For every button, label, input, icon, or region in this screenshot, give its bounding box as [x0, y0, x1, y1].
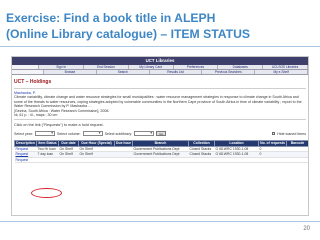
filter-row: Select year: Select volume: Select subli…	[14, 131, 306, 137]
nav-preferences[interactable]: Preferences	[173, 65, 219, 69]
item-status-cell: Two Hr loan	[36, 146, 59, 153]
go-button[interactable]: Go	[156, 131, 167, 137]
holdings-table: Description Item Status Due date Due Hou…	[14, 139, 308, 164]
nav-eshelf[interactable]: My e-Shelf	[255, 70, 308, 74]
nav-previous-searches[interactable]: Previous Searches	[202, 70, 256, 74]
hide-loaned-checkbox[interactable]	[272, 132, 276, 136]
hide-loaned-label: Hide loaned items	[277, 131, 306, 136]
nav-spacer	[12, 70, 45, 74]
select-sublibrary-dropdown[interactable]	[134, 131, 155, 137]
nav-end-session[interactable]: End Session	[84, 65, 129, 69]
col-requests: No. of requests	[258, 139, 287, 147]
nav-uclsos[interactable]: UCLSOS Libraries	[263, 65, 308, 69]
catalog-screenshot: UCT Libraries Sign In End Session My Lib…	[11, 56, 309, 216]
holdings-title: UCT – Holdings	[14, 79, 52, 85]
nav-results-list[interactable]: Results List	[149, 70, 203, 74]
nav-search[interactable]: Search	[96, 70, 150, 74]
request-link[interactable]: Request	[14, 157, 37, 164]
select-year-label: Select year:	[14, 131, 33, 136]
hold-request-hint: Click on the link ("Requests") to make a…	[14, 123, 104, 128]
bottom-divider	[0, 221, 320, 222]
collection-cell: Closed Stacks	[188, 146, 215, 153]
slide-title-line-2: (Online Library catalogue) – ITEM STATUS	[6, 27, 251, 41]
collection-cell: Closed Stacks	[188, 151, 215, 158]
record-title: Climate variability, climate change and …	[14, 95, 302, 109]
col-item-status: Item Status	[36, 139, 59, 147]
nav-browse[interactable]: Browse	[44, 70, 97, 74]
record-extent: xii, 61 p. : ill., maps ; 30 cm	[14, 113, 58, 118]
bib-record: Mashaoba, P. Climate variability, climat…	[12, 91, 308, 117]
divider	[14, 119, 306, 121]
select-volume-dropdown[interactable]	[82, 131, 103, 137]
slide-title-line-1: Exercise: Find a book title in ALEPH	[6, 11, 216, 25]
top-divider	[0, 46, 320, 47]
nav-row-bottom: Browse Search Results List Previous Sear…	[12, 70, 308, 75]
select-sublibrary-label: Select sublibrary:	[104, 131, 133, 136]
col-due-date: Due date	[58, 139, 79, 147]
slide-title: Exercise: Find a book title in ALEPH (On…	[6, 10, 314, 42]
select-volume-label: Select volume:	[56, 131, 81, 136]
nav-spacer	[12, 65, 40, 69]
col-description: Description	[14, 139, 37, 147]
nav-sign-in[interactable]: Sign In	[39, 65, 85, 69]
select-year-dropdown[interactable]	[34, 131, 55, 137]
col-due-hour: Due hour	[114, 139, 133, 147]
nav-library-card[interactable]: My Library Card	[128, 65, 174, 69]
page-number: 20	[303, 226, 310, 232]
col-due-hour-special: Due Hour (Special)	[78, 139, 115, 147]
divider	[14, 88, 306, 89]
table-row: Request	[14, 157, 308, 164]
nav-databases[interactable]: Databases	[218, 65, 264, 69]
catalog-header: UCT Libraries	[12, 57, 308, 65]
item-status-highlight-circle	[31, 188, 62, 198]
